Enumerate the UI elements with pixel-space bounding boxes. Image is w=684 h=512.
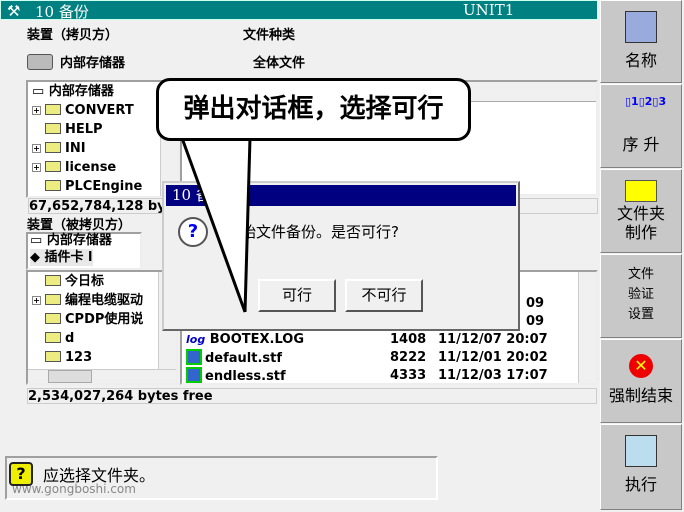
callout-annotation: 弹出对话框，选择可行 [156, 78, 471, 141]
callout-tail [180, 137, 252, 313]
